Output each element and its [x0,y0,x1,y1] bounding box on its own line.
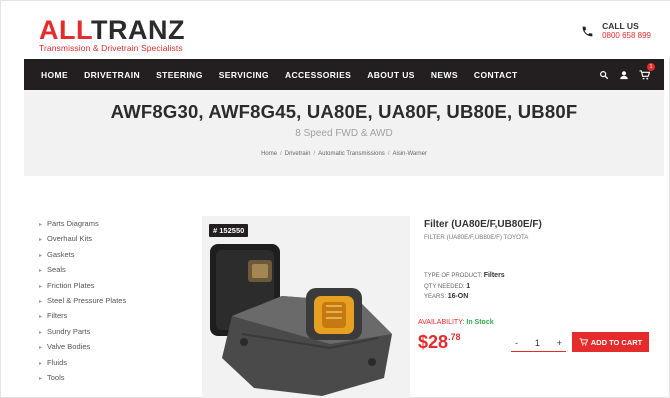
nav-contact[interactable]: CONTACT [474,70,518,80]
spec-years: YEARS: 16-ON [424,293,469,300]
phone-icon [582,26,593,36]
breadcrumb-aisin-warner[interactable]: Aisin-Warner [392,151,426,157]
decrease-qty-button[interactable]: - [515,338,518,348]
product-price: $28.78 [418,332,461,352]
main-nav: HOME DRIVETRAIN STEERING SERVICING ACCES… [24,59,664,90]
increase-qty-button[interactable]: + [557,338,562,348]
logo-wordmark: ALLTRANZ [39,15,185,45]
nav-steering[interactable]: STEERING [156,70,203,80]
product-specs: TYPE OF PRODUCT: Filters QTY NEEDED: 1 Y… [424,271,664,303]
product-image[interactable] [202,238,410,398]
nav-accessories[interactable]: ACCESSORIES [285,70,351,80]
breadcrumb-automatic-transmissions[interactable]: Automatic Transmissions [318,151,385,157]
nav-news[interactable]: NEWS [431,70,458,80]
breadcrumb-drivetrain[interactable]: Drivetrain [285,151,311,157]
cart-icon [579,338,588,346]
cart-icon[interactable]: 1 [639,63,655,85]
alltranz-logo[interactable]: ALLTRANZ Transmission & Drivetrain Speci… [39,15,185,54]
page-hero: AWF8G30, AWF8G45, UA80E, UA80F, UB80E, U… [24,90,664,176]
nav-about-us[interactable]: ABOUT US [367,70,415,80]
sidebar-item-valve-bodies[interactable]: ▸ Valve Bodies [39,339,169,354]
product-description: FILTER (UA80E/F,UB80E/F) TOYOTA [424,234,529,241]
phone-number[interactable]: 0800 658 899 [602,31,651,41]
spec-qty-needed: QTY NEEDED: 1 [424,282,471,290]
sidebar-item-steel-pressure-plates[interactable]: ▸ Steel & Pressure Plates [39,293,169,308]
nav-home[interactable]: HOME [41,70,68,80]
add-to-cart-label: ADD TO CART [590,337,643,347]
logo-tagline: Transmission & Drivetrain Specialists [39,43,183,53]
spec-type: TYPE OF PRODUCT: Filters [424,272,505,279]
call-us-label: CALL US [602,21,639,31]
page-title: AWF8G30, AWF8G45, UA80E, UA80F, UB80E, U… [110,101,578,122]
sidebar-item-sundry-parts[interactable]: ▸ Sundry Parts [39,324,169,339]
sidebar-item-filters[interactable]: ▸ Filters [39,308,169,323]
call-us[interactable]: CALL US 0800 658 899 [581,21,651,41]
sidebar-item-gaskets[interactable]: ▸ Gaskets [39,247,169,262]
category-sidebar: ▸ Parts Diagrams ▸ Overhaul Kits ▸ Gaskets … [39,216,169,385]
product-image-panel: # 152550 [202,216,410,398]
sku-badge: # 152550 [209,224,249,237]
sidebar-item-fluids[interactable]: ▸ Fluids [39,355,169,370]
cart-count-badge: 1 [647,63,655,71]
product-title: Filter (UA80E/F,UB80E/F) [424,219,542,230]
user-icon[interactable] [619,67,629,85]
sidebar-item-tools[interactable]: ▸ Tools [39,370,169,385]
quantity-stepper[interactable]: - 1 + [511,334,566,352]
sidebar-item-parts-diagrams[interactable]: ▸ Parts Diagrams [39,216,169,231]
nav-drivetrain[interactable]: DRIVETRAIN [84,70,140,80]
availability: AVAILABILITY: In Stock [418,319,494,326]
nav-servicing[interactable]: SERVICING [219,70,269,80]
breadcrumb-home[interactable]: Home [261,151,277,157]
breadcrumb: Home / Drivetrain / Automatic Transmissions /… [261,151,427,157]
nav-icons: 1 [589,63,655,85]
stock-status: In Stock [466,319,494,326]
add-to-cart-button[interactable]: ADD TO CART [572,332,649,352]
sidebar-item-overhaul-kits[interactable]: ▸ Overhaul Kits [39,231,169,246]
top-header: ALLTRANZ Transmission & Drivetrain Speci… [1,1,670,58]
sidebar-item-seals[interactable]: ▸ Seals [39,262,169,277]
page: ALLTRANZ Transmission & Drivetrain Speci… [0,0,670,398]
search-icon[interactable] [599,67,609,85]
quantity-value[interactable]: 1 [535,338,540,348]
sidebar-item-friction-plates[interactable]: ▸ Friction Plates [39,278,169,293]
product-info: Filter (UA80E/F,UB80E/F) FILTER (UA80E/F… [424,219,664,303]
page-subtitle: 8 Speed FWD & AWD [295,128,393,139]
